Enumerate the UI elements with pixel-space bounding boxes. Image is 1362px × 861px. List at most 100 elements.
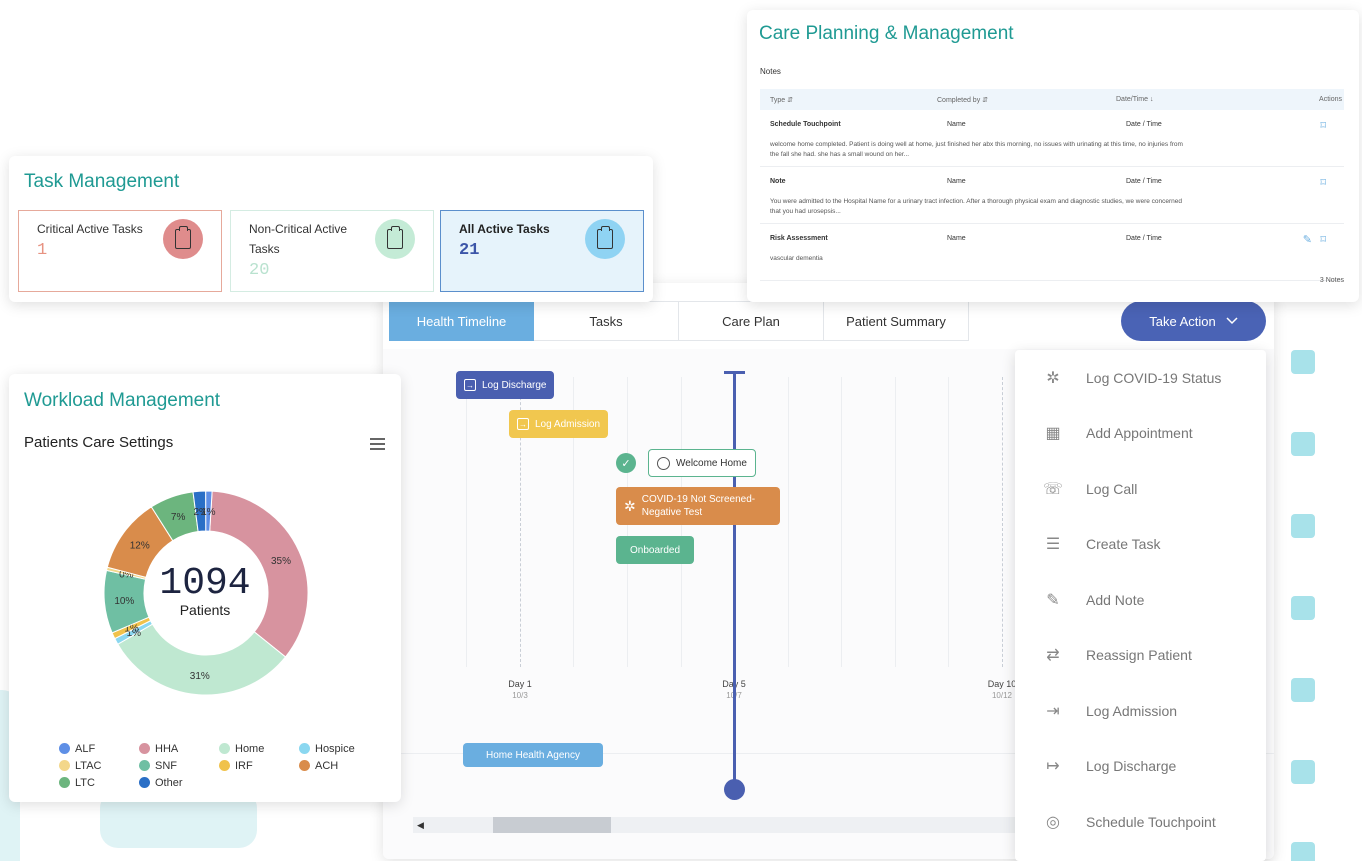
column-header: Actions bbox=[1319, 96, 1342, 103]
care-planning-card: Care Planning & Management Notes Type ⇵ … bbox=[747, 10, 1359, 302]
legend-item-ltc[interactable]: LTC bbox=[59, 775, 139, 790]
legend-dot bbox=[59, 777, 70, 788]
note-datetime: Date / Time bbox=[1126, 235, 1162, 242]
legend-dot bbox=[299, 760, 310, 771]
legend-item-hha[interactable]: HHA bbox=[139, 741, 219, 756]
swap-icon: ⇄ bbox=[1046, 647, 1060, 665]
critical-tasks-box[interactable]: Critical Active Tasks 1 bbox=[18, 210, 222, 292]
menu-item-log-discharge[interactable]: ↦ Log Discharge bbox=[1015, 739, 1266, 795]
table-row: Risk Assessment Name Date / Time ✎ ⌑ vas… bbox=[760, 224, 1344, 281]
task-box-value: 20 bbox=[249, 261, 270, 280]
legend-item-ach[interactable]: ACH bbox=[299, 758, 379, 773]
current-day-line bbox=[733, 373, 736, 793]
notes-count: 3 Notes bbox=[1319, 277, 1344, 284]
background-square bbox=[1291, 432, 1315, 456]
legend-label: Home bbox=[235, 742, 265, 755]
all-tasks-box[interactable]: All Active Tasks 21 bbox=[440, 210, 644, 292]
background-square bbox=[1291, 760, 1315, 784]
menu-item-log-call[interactable]: ☏ Log Call bbox=[1015, 461, 1266, 517]
scroll-left-icon[interactable]: ◀ bbox=[417, 817, 424, 833]
event-onboarded[interactable]: Onboarded bbox=[616, 536, 695, 564]
legend-item-other[interactable]: Other bbox=[139, 775, 219, 790]
person-circle-icon: ◎ bbox=[1046, 813, 1060, 831]
grid-line bbox=[466, 377, 467, 667]
column-header[interactable]: Date/Time ↓ bbox=[1116, 96, 1296, 103]
current-day-handle[interactable] bbox=[724, 779, 745, 800]
legend-dot bbox=[299, 743, 310, 754]
take-action-button[interactable]: Take Action bbox=[1121, 301, 1266, 341]
menu-item-label: Log Discharge bbox=[1086, 758, 1177, 775]
bookmark-icon[interactable]: ⌑ bbox=[1320, 176, 1326, 189]
event-log-discharge[interactable]: → Log Discharge bbox=[456, 371, 555, 399]
column-header[interactable]: Type ⇵ bbox=[760, 96, 937, 104]
day-date: 10/3 bbox=[512, 691, 528, 700]
timeline-scrollbar[interactable]: ◀ bbox=[413, 817, 1063, 833]
tab-patient-summary[interactable]: Patient Summary bbox=[824, 301, 969, 341]
slice-label: 10% bbox=[114, 596, 134, 607]
grid-line bbox=[841, 377, 842, 667]
edit-icon[interactable]: ✎ bbox=[1303, 233, 1312, 246]
background-square bbox=[1291, 678, 1315, 702]
note-completed-by: Name bbox=[947, 121, 966, 128]
legend-dot bbox=[139, 743, 150, 754]
care-planning-title: Care Planning & Management bbox=[759, 23, 1014, 44]
bookmark-icon[interactable]: ⌑ bbox=[1320, 233, 1326, 246]
day-name: Day 1 bbox=[508, 679, 532, 689]
menu-item-add-note[interactable]: ✎ Add Note bbox=[1015, 572, 1266, 628]
day-marker-line bbox=[1002, 377, 1003, 667]
legend-item-ltac[interactable]: LTAC bbox=[59, 758, 139, 773]
check-icon: ✓ bbox=[616, 453, 636, 473]
menu-item-log-admission[interactable]: ⇥ Log Admission bbox=[1015, 683, 1266, 739]
legend-label: LTAC bbox=[75, 759, 102, 772]
tab-tasks[interactable]: Tasks bbox=[534, 301, 679, 341]
timeline-tabs: Health Timeline Tasks Care Plan Patient … bbox=[389, 301, 969, 341]
legend-label: LTC bbox=[75, 776, 95, 789]
clipboard-list-icon bbox=[585, 219, 625, 259]
clipboard-check-icon bbox=[375, 219, 415, 259]
legend-label: Other bbox=[155, 776, 183, 789]
legend-label: HHA bbox=[155, 742, 179, 755]
background-square bbox=[1291, 842, 1315, 861]
non-critical-tasks-box[interactable]: Non-Critical Active Tasks 20 bbox=[230, 210, 434, 292]
event-covid[interactable]: ✲ COVID-19 Not Screened-Negative Test bbox=[616, 487, 780, 525]
virus-icon: ✲ bbox=[1046, 369, 1060, 387]
login-icon: → bbox=[517, 418, 529, 430]
note-type: Schedule Touchpoint bbox=[770, 121, 841, 128]
menu-item-label: Log Call bbox=[1086, 480, 1138, 497]
legend-dot bbox=[139, 760, 150, 771]
note-completed-by: Name bbox=[947, 235, 966, 242]
menu-item-create-task[interactable]: ☰ Create Task bbox=[1015, 517, 1266, 573]
legend-item-home[interactable]: Home bbox=[219, 741, 299, 756]
legend-item-irf[interactable]: IRF bbox=[219, 758, 299, 773]
bookmark-icon[interactable]: ⌑ bbox=[1320, 119, 1326, 132]
legend-item-alf[interactable]: ALF bbox=[59, 741, 139, 756]
menu-item-add-appointment[interactable]: ▦ Add Appointment bbox=[1015, 406, 1266, 462]
login-icon: ⇥ bbox=[1046, 702, 1060, 720]
note-completed-by: Name bbox=[947, 178, 966, 185]
event-label: Log Discharge bbox=[482, 379, 547, 391]
menu-item-label: Add Note bbox=[1086, 591, 1145, 608]
event-label: Welcome Home bbox=[676, 457, 747, 469]
event-welcome-home[interactable]: Welcome Home bbox=[648, 449, 756, 477]
event-home-health-agency[interactable]: Home Health Agency bbox=[463, 743, 603, 767]
tab-health-timeline[interactable]: Health Timeline bbox=[389, 301, 534, 341]
menu-item-reassign-patient[interactable]: ⇄ Reassign Patient bbox=[1015, 628, 1266, 684]
day-label: Day 1 10/3 bbox=[490, 679, 550, 700]
scroll-thumb[interactable] bbox=[493, 817, 611, 833]
person-circle-icon bbox=[657, 456, 670, 470]
notes-table: Type ⇵ Completed by ⇵ Date/Time ↓ Action… bbox=[760, 89, 1344, 281]
legend-item-snf[interactable]: SNF bbox=[139, 758, 219, 773]
note-text: welcome home completed. Patient is doing… bbox=[770, 141, 1183, 158]
event-label: Log Admission bbox=[535, 418, 601, 430]
menu-item-label: Log Admission bbox=[1086, 702, 1178, 719]
legend-dot bbox=[59, 760, 70, 771]
event-log-admission[interactable]: → Log Admission bbox=[509, 410, 609, 438]
tab-care-plan[interactable]: Care Plan bbox=[679, 301, 824, 341]
column-header[interactable]: Completed by ⇵ bbox=[937, 96, 1116, 104]
menu-item-schedule-touchpoint[interactable]: ◎ Schedule Touchpoint bbox=[1015, 794, 1266, 850]
logout-icon: ↦ bbox=[1046, 758, 1060, 776]
legend-item-hospice[interactable]: Hospice bbox=[299, 741, 379, 756]
legend-dot bbox=[219, 760, 230, 771]
menu-item-log-covid[interactable]: ✲ Log COVID-19 Status bbox=[1015, 350, 1266, 406]
menu-item-label: Log COVID-19 Status bbox=[1086, 369, 1222, 386]
